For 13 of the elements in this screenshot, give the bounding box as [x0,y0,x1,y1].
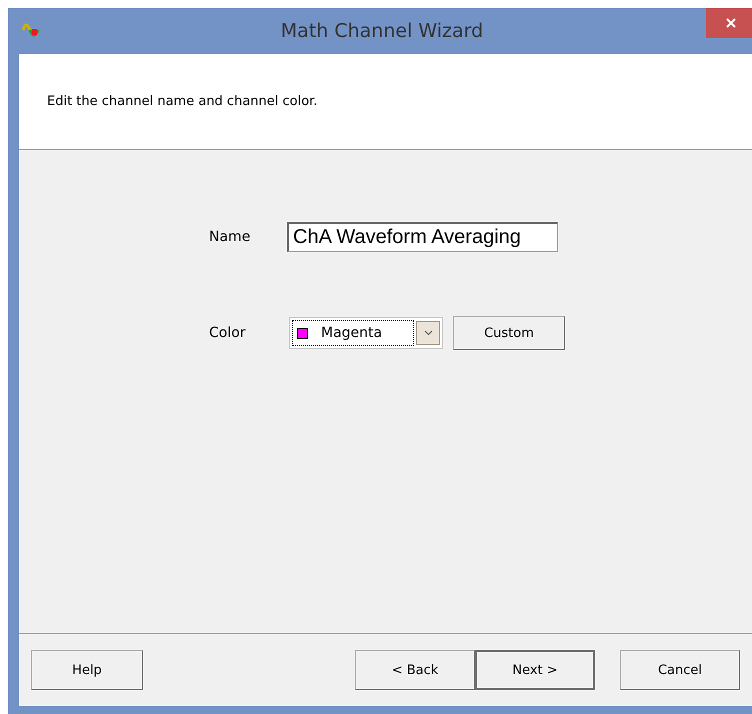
instruction-text: Edit the channel name and channel color. [47,94,318,109]
custom-button[interactable]: Custom [453,316,565,350]
color-dropdown[interactable]: Magenta [289,317,443,349]
help-button[interactable]: Help [31,650,143,690]
close-icon [726,18,736,28]
close-button[interactable] [706,8,752,38]
next-button[interactable]: Next > [475,650,595,690]
cancel-button[interactable]: Cancel [620,650,740,690]
window-title: Math Channel Wizard [280,20,484,42]
back-button[interactable]: < Back [355,650,475,690]
name-field[interactable]: ChA Waveform Averaging [287,222,558,252]
color-label: Color [209,325,247,341]
name-label: Name [209,229,252,245]
